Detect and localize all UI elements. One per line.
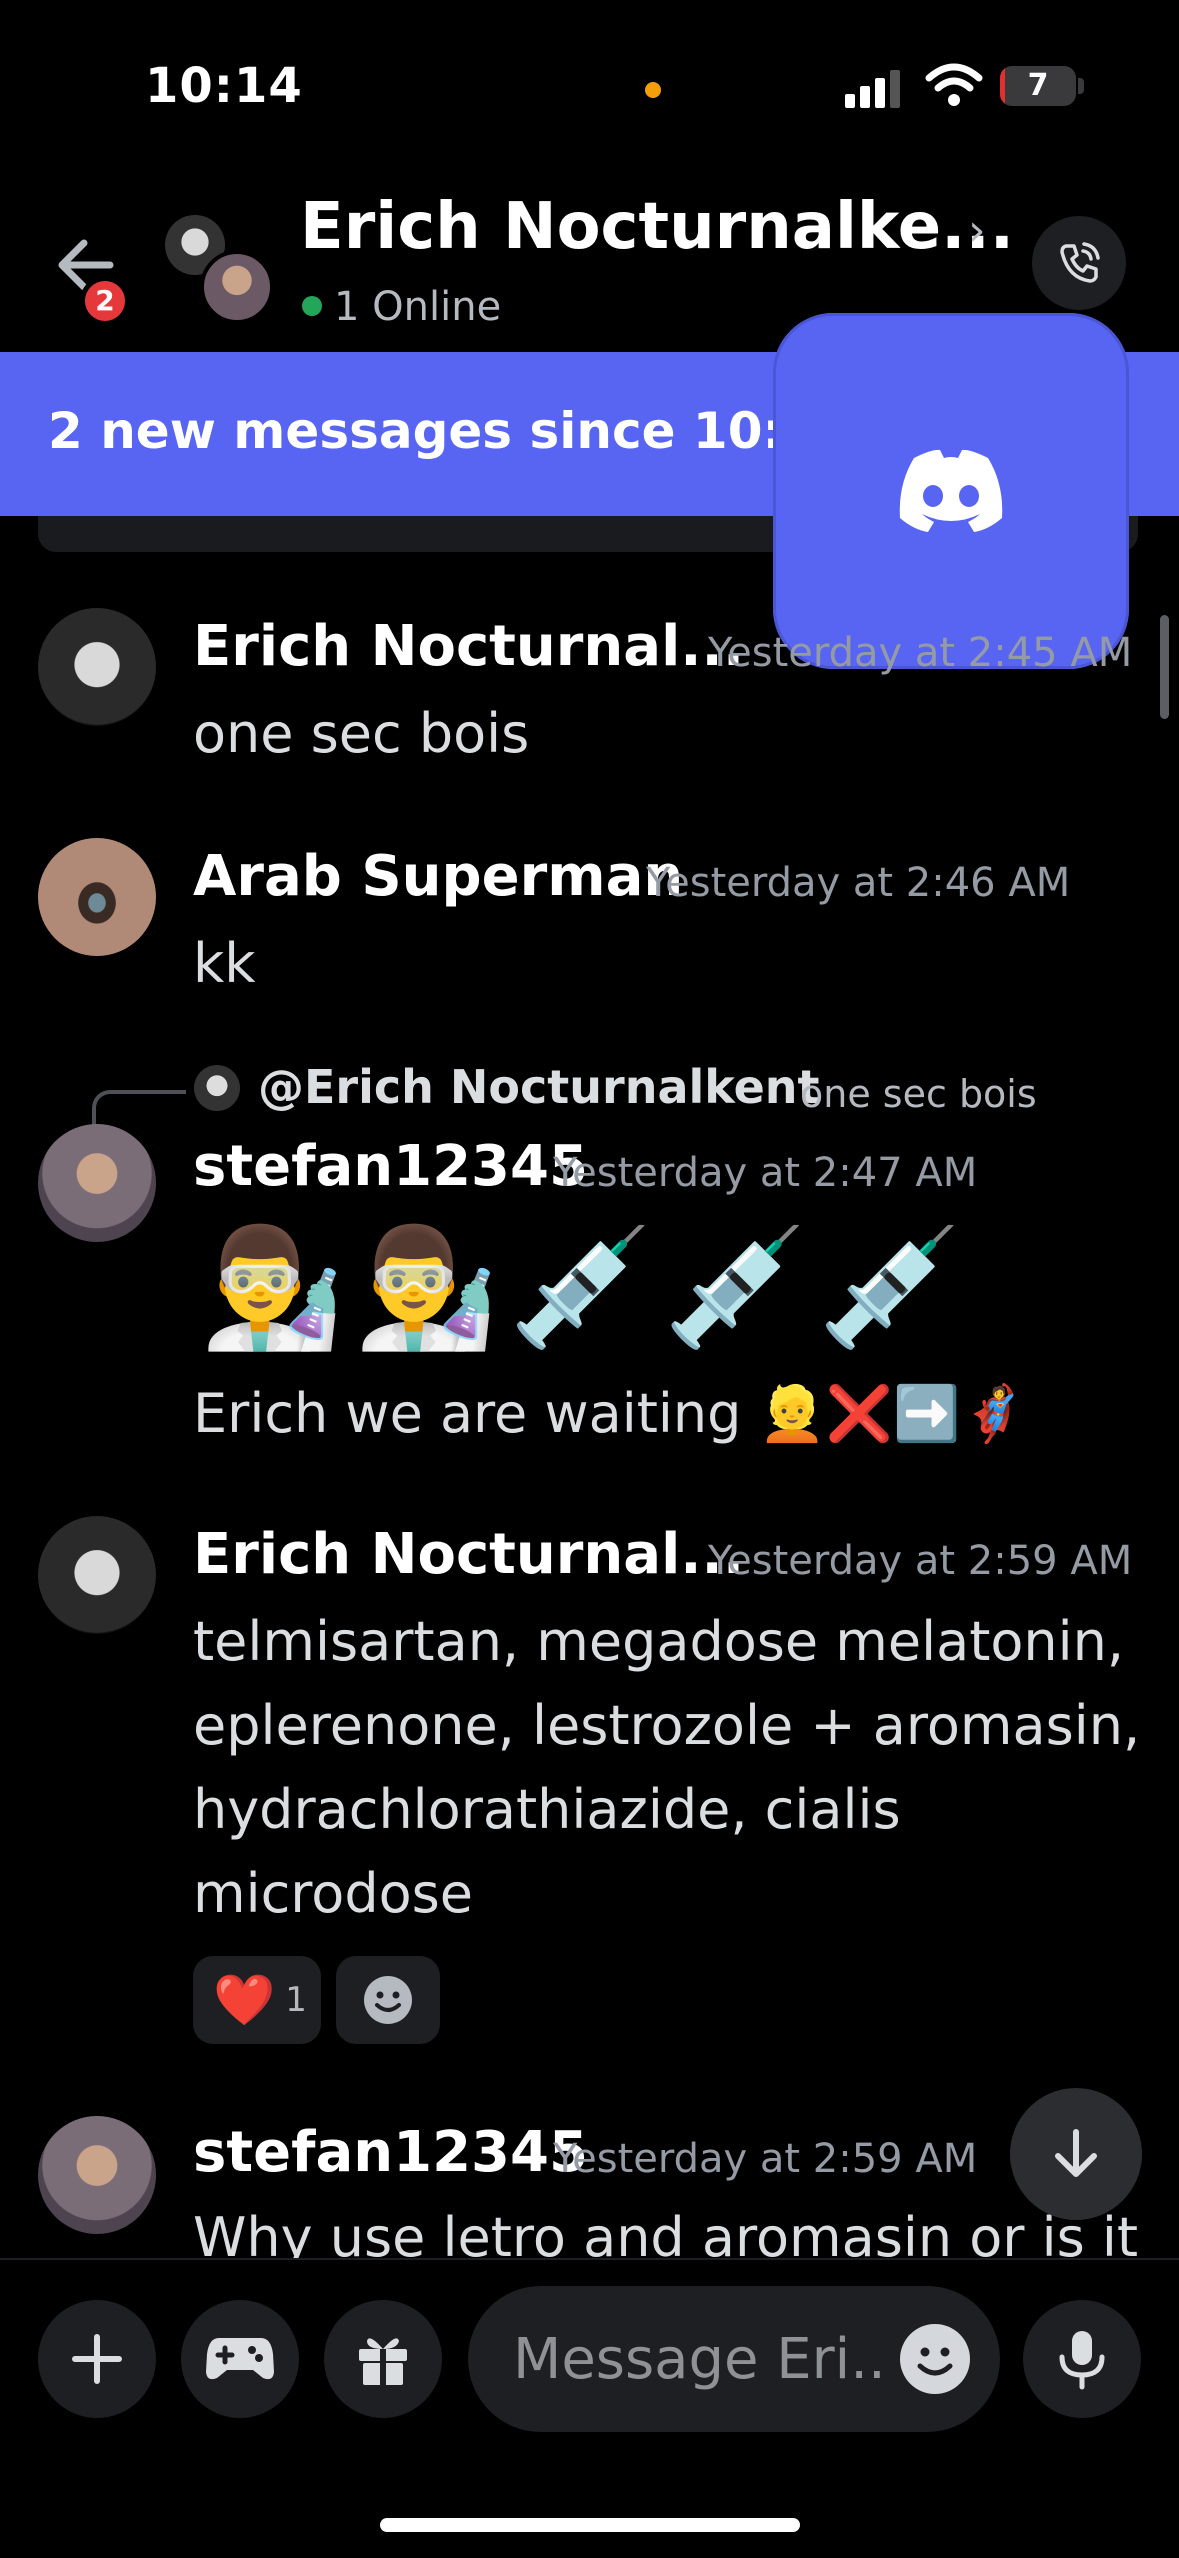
message-timestamp: Yesterday at 2:46 AM — [646, 860, 1071, 906]
avatar-stefan[interactable] — [38, 2116, 156, 2234]
plus-icon — [72, 2334, 122, 2384]
reply-preview[interactable]: one sec bois — [800, 1072, 1037, 1116]
reaction-emoji: ❤️ — [213, 1970, 276, 2029]
message-content: Erich we are waiting 👱❌➡️🦸 — [193, 1382, 1028, 1445]
status-time: 10:14 — [145, 58, 303, 114]
message-author[interactable]: stefan12345 — [193, 2120, 588, 2185]
add-reaction-button[interactable] — [336, 1956, 440, 2044]
reply-avatar — [194, 1065, 240, 1111]
reply-author[interactable]: @Erich Nocturnalkent — [258, 1060, 820, 1114]
scrollbar[interactable] — [1160, 615, 1169, 719]
microphone-icon — [1059, 2331, 1105, 2390]
emoji-picker-button[interactable] — [900, 2324, 970, 2394]
message-author[interactable]: Erich Nocturnal... — [193, 1522, 744, 1587]
jumbo-emoji-line: 👨‍🔬👨‍🔬💉💉💉 — [200, 1220, 973, 1355]
jump-to-present-button[interactable] — [1010, 2088, 1142, 2220]
home-indicator[interactable] — [380, 2518, 800, 2532]
emoji-icon — [917, 2347, 953, 2376]
battery-cap — [1078, 78, 1084, 94]
avatar-erich[interactable] — [38, 1516, 156, 1634]
message-timestamp: Yesterday at 2:47 AM — [553, 1150, 978, 1196]
message-content-line: telmisartan, megadose melatonin, — [193, 1610, 1125, 1673]
message-timestamp: Yesterday at 2:59 AM — [708, 1538, 1133, 1584]
message-timestamp: Yesterday at 2:59 AM — [553, 2136, 978, 2182]
message-content-line: eplerenone, lestrozole + aromasin, — [193, 1694, 1141, 1757]
avatar-arab-superman[interactable] — [38, 838, 156, 956]
message-timestamp: Yesterday at 2:45 AM — [708, 630, 1133, 676]
message-content-line: microdose — [193, 1862, 474, 1925]
gamepad-icon — [206, 2338, 274, 2380]
voice-message-button[interactable] — [1023, 2300, 1141, 2418]
message-content: kk — [193, 932, 256, 995]
discord-logo-icon — [899, 449, 1003, 532]
avatar-stefan[interactable] — [38, 1124, 156, 1242]
gift-icon — [359, 2338, 407, 2385]
unread-badge: 2 — [80, 276, 130, 326]
call-button[interactable] — [1032, 216, 1126, 310]
message-author[interactable]: Erich Nocturnal... — [193, 614, 744, 679]
online-count: 1 Online — [334, 284, 502, 330]
cellular-signal-icon — [845, 70, 901, 108]
group-avatar-2 — [200, 250, 274, 324]
chevron-right-icon[interactable]: › — [968, 205, 986, 256]
message-content: one sec bois — [193, 702, 530, 765]
activities-button[interactable] — [181, 2300, 299, 2418]
battery-icon: 7 — [1000, 66, 1076, 106]
reaction-heart[interactable]: ❤️ 1 — [193, 1956, 321, 2044]
wifi-icon — [925, 63, 983, 106]
avatar-erich[interactable] — [38, 608, 156, 726]
mic-indicator-dot — [645, 82, 661, 98]
call-icon — [1060, 242, 1100, 283]
emoji-icon — [364, 1976, 412, 2024]
reaction-count: 1 — [285, 1980, 307, 2020]
reply-connector — [92, 1090, 186, 1126]
battery-level: 7 — [1027, 68, 1049, 103]
discord-app-tile[interactable] — [773, 313, 1129, 669]
arrow-down-icon — [1055, 2129, 1097, 2177]
online-status-dot — [302, 296, 322, 316]
gift-button[interactable] — [324, 2300, 442, 2418]
message-author[interactable]: Arab Superman — [193, 844, 683, 909]
message-content-line: hydrachlorathiazide, cialis — [193, 1778, 901, 1841]
message-author[interactable]: stefan12345 — [193, 1134, 588, 1199]
attach-button[interactable] — [38, 2300, 156, 2418]
channel-title[interactable]: Erich Nocturnalke... — [300, 190, 1014, 264]
